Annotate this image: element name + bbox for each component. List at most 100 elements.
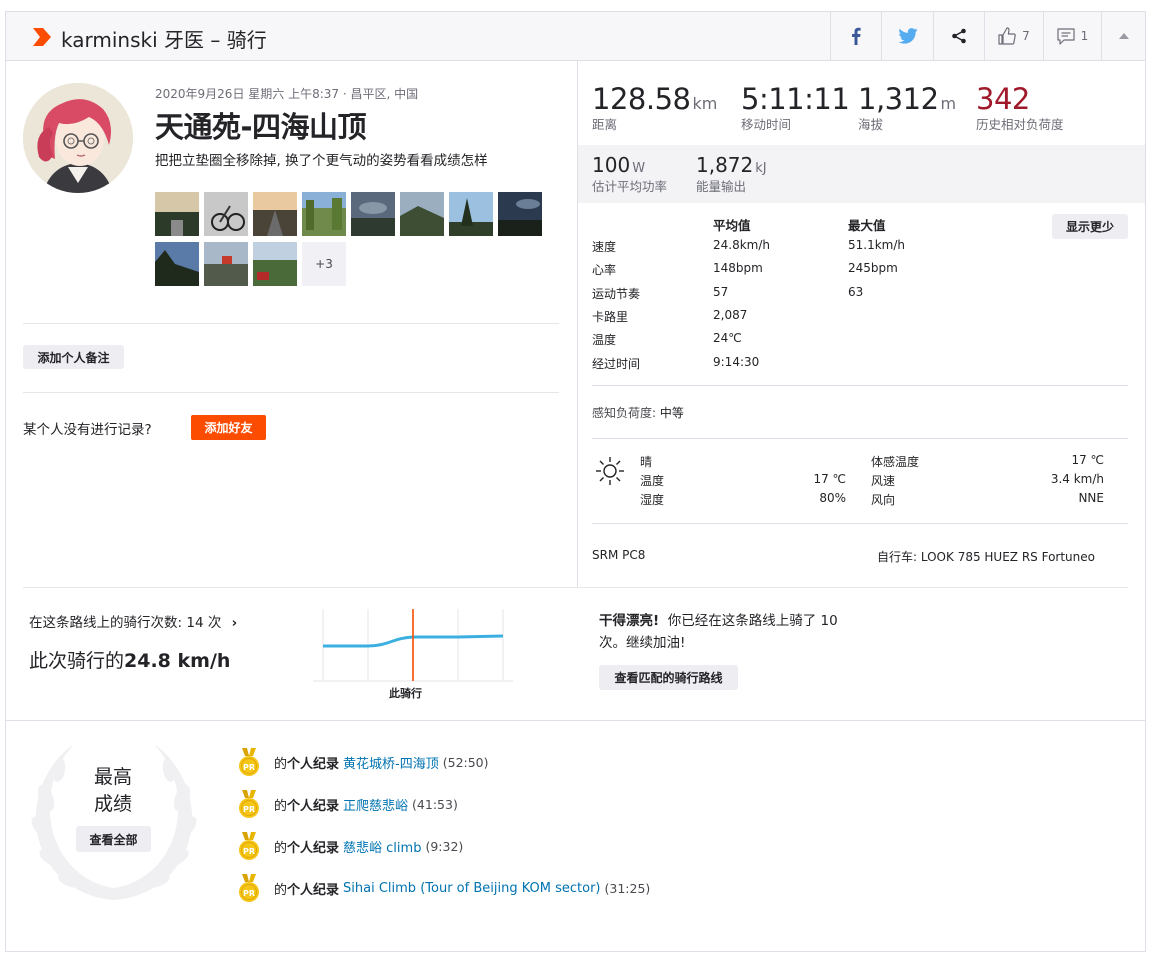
- pr-prefix: 的: [274, 882, 288, 898]
- chart-this-ride-label: 此骑行: [389, 687, 422, 700]
- pr-prefix: 的: [274, 798, 288, 814]
- stat-unit: m: [940, 94, 957, 113]
- row-avg: 9:14:30: [713, 355, 760, 369]
- segment-link[interactable]: 正爬慈悲峪: [343, 795, 408, 814]
- weather-value: NNE: [1078, 491, 1104, 505]
- stat-label: 历史相对负荷度: [976, 117, 1064, 132]
- facebook-icon: [852, 27, 861, 45]
- share-button[interactable]: [933, 12, 984, 60]
- stat-distance: 128.58 km 距离: [592, 82, 717, 133]
- pr-medal-icon: PR: [239, 874, 259, 902]
- photo-thumbnail[interactable]: [204, 192, 248, 236]
- photo-thumbnail[interactable]: [155, 192, 199, 236]
- segment-link[interactable]: 黄花城桥-四海顶: [343, 753, 439, 772]
- route-encouragement: 干得漂亮! 你已经在这条路线上骑了 10 次。继续加油!: [599, 610, 849, 654]
- segment-time: (41:53): [412, 796, 458, 812]
- divider: [23, 587, 1128, 588]
- stat-unit: W: [632, 161, 646, 176]
- divider: [592, 438, 1128, 439]
- photo-thumbnail[interactable]: [253, 192, 297, 236]
- pr-medal-text: PR: [243, 847, 255, 856]
- activity-header: karminski 牙医 – 骑行 7 1: [6, 12, 1145, 61]
- photo-thumbnail[interactable]: [302, 192, 346, 236]
- photo-thumbnail[interactable]: [351, 192, 395, 236]
- row-label: 心率: [592, 263, 617, 277]
- photo-thumbnail[interactable]: [155, 242, 199, 286]
- twitter-icon: [897, 28, 918, 44]
- photo-thumbnail[interactable]: [204, 242, 248, 286]
- avatar-illustration: [23, 83, 133, 193]
- rides-count: 14 次: [186, 615, 222, 631]
- weather-label: 体感温度: [871, 455, 920, 469]
- more-photos-button[interactable]: +3: [302, 242, 346, 286]
- show-less-button[interactable]: 显示更少: [1052, 214, 1128, 239]
- photo-thumbnail[interactable]: [400, 192, 444, 236]
- pr-medal-text: PR: [243, 763, 255, 772]
- pr-medal-icon: PR: [239, 748, 259, 776]
- add-friend-button[interactable]: 添加好友: [191, 415, 266, 440]
- view-matched-rides-button[interactable]: 查看匹配的骑行路线: [599, 665, 738, 690]
- weather-label: 风速: [871, 474, 896, 488]
- speed-prefix: 此次骑行的: [29, 650, 125, 672]
- route-rides-count[interactable]: 在这条路线上的骑行次数: 14 次 ›: [29, 611, 237, 631]
- activity-meta: 2020年9月26日 星期六 上午8:37 · 昌平区, 中国: [155, 87, 419, 101]
- divider: [23, 323, 559, 324]
- add-note-button[interactable]: 添加个人备注: [23, 345, 124, 369]
- weather-value: 17 ℃: [813, 472, 846, 486]
- pr-label: 个人纪录: [287, 882, 340, 898]
- athlete-avatar[interactable]: [23, 83, 133, 193]
- photo-thumbnail[interactable]: [253, 242, 297, 286]
- segment-link[interactable]: 慈悲峪 climb: [343, 837, 421, 856]
- section-divider: [6, 720, 1145, 721]
- collapse-button[interactable]: [1101, 12, 1145, 60]
- row-label: 速度: [592, 240, 617, 254]
- activity-title[interactable]: 天通苑-四海山顶: [155, 104, 367, 146]
- pr-label: 个人纪录: [287, 798, 340, 814]
- stat-moving-time: 5:11:11 移动时间: [741, 82, 850, 133]
- pr-medal-text: PR: [243, 805, 255, 814]
- weather-condition: 晴: [640, 455, 653, 469]
- no-record-question: 某个人没有进行记录?: [23, 422, 152, 438]
- col-header-avg: 平均值: [713, 218, 751, 233]
- bike-name[interactable]: 自行车: LOOK 785 HUEZ RS Fortuneo: [877, 548, 1095, 565]
- col-header-max: 最大值: [848, 218, 886, 233]
- pr-item: PR 的个人纪录 黄花城桥-四海顶 (52:50): [238, 748, 489, 776]
- athlete-activity-title[interactable]: karminski 牙医 – 骑行: [61, 24, 267, 53]
- row-avg: 57: [713, 285, 729, 299]
- laurel-wreath-icon: [31, 744, 197, 900]
- rides-label: 在这条路线上的骑行次数:: [29, 615, 183, 631]
- perceived-exertion-value: 中等: [659, 406, 684, 420]
- thumbs-up-icon: [998, 27, 1017, 45]
- best-title-line: 成绩: [93, 793, 132, 815]
- divider: [23, 392, 559, 393]
- twitter-share-button[interactable]: [881, 12, 933, 60]
- stat-value: 128.58: [592, 82, 691, 116]
- segment-link[interactable]: Sihai Climb (Tour of Beijing KOM sector): [343, 881, 600, 896]
- activity-description: 把把立垫圈全移除掉, 换了个更气动的姿势看看成绩怎样: [155, 153, 488, 169]
- comments-button[interactable]: 1: [1043, 12, 1101, 60]
- pr-item: PR 的个人纪录 正爬慈悲峪 (41:53): [238, 790, 458, 818]
- weather-value: 3.4 km/h: [1050, 472, 1104, 486]
- stat-avg-power: 100 W 估计平均功率: [592, 153, 667, 195]
- ride-type-icon: [33, 28, 51, 46]
- stat-value: 342: [976, 82, 1030, 116]
- photo-thumbnail[interactable]: [449, 192, 493, 236]
- activity-card: karminski 牙医 – 骑行 7 1 2020年9月26日 星期六 上午8…: [5, 11, 1146, 952]
- stat-value: 1,312: [858, 82, 939, 116]
- view-all-button[interactable]: 查看全部: [76, 826, 151, 852]
- facebook-share-button[interactable]: [830, 12, 881, 60]
- column-divider: [577, 61, 578, 587]
- segment-time: (9:32): [425, 838, 464, 854]
- stat-label: 海拔: [858, 117, 884, 132]
- pr-medal-text: PR: [243, 889, 255, 898]
- weather-label: 风向: [871, 493, 896, 507]
- comment-count: 1: [1080, 29, 1089, 43]
- stat-value: 100: [592, 153, 631, 177]
- kudos-button[interactable]: 7: [984, 12, 1043, 60]
- row-max: 245bpm: [848, 261, 898, 275]
- pr-medal-icon: PR: [239, 790, 259, 818]
- stat-relative-effort[interactable]: 342 历史相对负荷度: [976, 82, 1064, 133]
- stat-unit: kJ: [755, 161, 767, 176]
- perceived-exertion: 感知负荷度: 中等: [592, 404, 684, 421]
- photo-thumbnail[interactable]: [498, 192, 542, 236]
